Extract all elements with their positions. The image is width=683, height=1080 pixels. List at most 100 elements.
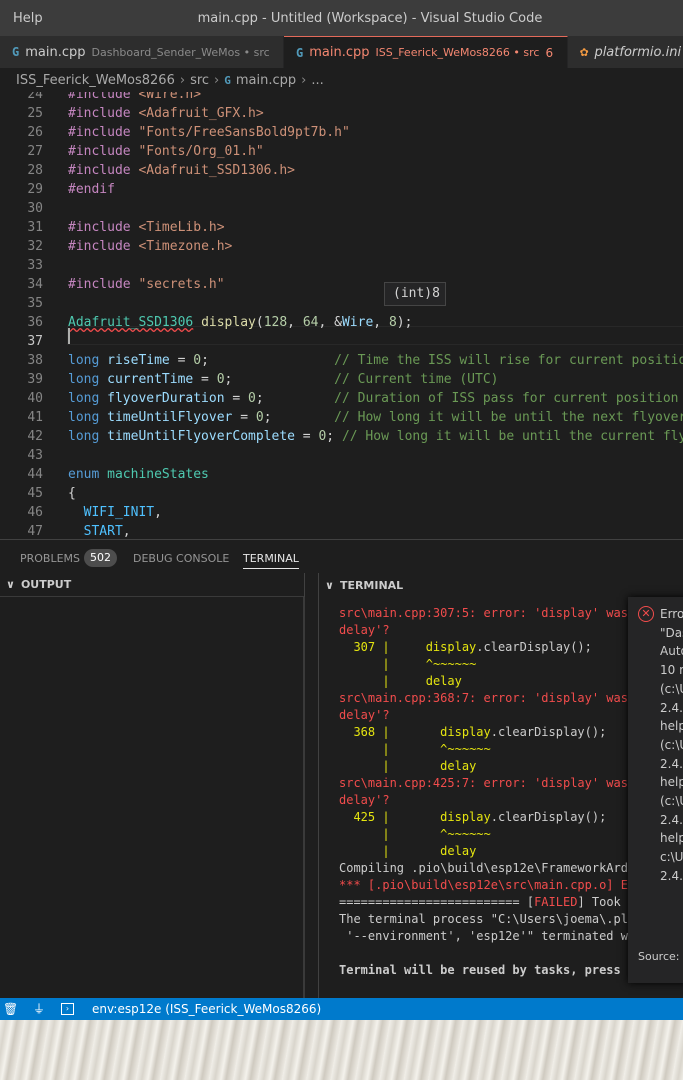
- output-pane: ∨ OUTPUT: [0, 573, 305, 998]
- breadcrumb-src[interactable]: src: [190, 73, 209, 88]
- line-number: 32: [27, 239, 43, 254]
- line-text: #include <Wire.h>: [68, 92, 202, 102]
- line-text: long riseTime = 0; // Time the ISS will …: [68, 353, 683, 368]
- code-line: 32 #include <Timezone.h>: [0, 237, 683, 256]
- terminal-header-label: TERMINAL: [339, 578, 404, 592]
- code-line: 31 #include <TimeLib.h>: [0, 218, 683, 237]
- problems-count-badge: 502: [84, 549, 117, 567]
- line-number: 26: [27, 125, 43, 140]
- cpp-file-icon: G: [296, 45, 304, 60]
- error-notification[interactable]: ✕ Erro "Das Auto 10 m (c:\U 2.4.3 help (c:\U 2.4…: [628, 597, 683, 983]
- env-selector[interactable]: env:esp12e (ISS_Feerick_WeMos8266): [92, 1001, 321, 1017]
- code-line: 40 long flyoverDuration = 0; // Duration …: [0, 389, 683, 408]
- terminal-line: 425 | display.clearDisplay();: [353, 810, 607, 824]
- terminal-line: | delay: [382, 844, 477, 858]
- code-line: 37: [0, 332, 683, 351]
- line-number: 34: [27, 277, 43, 292]
- plug-icon[interactable]: ⏚: [33, 1001, 45, 1017]
- notification-line: 2.4.3: [660, 868, 683, 883]
- notification-line: Auto: [660, 644, 683, 659]
- notification-line: "Das: [660, 625, 683, 640]
- line-text: enum machineStates: [68, 467, 209, 482]
- line-text: #include <Adafruit_SSD1306.h>: [68, 163, 295, 178]
- platformio-icon: ✿: [580, 44, 589, 60]
- terminal-line: delay'?: [339, 708, 390, 722]
- line-text: WIFI_INIT,: [83, 505, 162, 520]
- code-line: 30: [0, 199, 683, 218]
- notification-line: c:\U: [660, 850, 683, 865]
- tab-label: main.cpp: [25, 44, 86, 60]
- line-text: #include "secrets.h": [68, 277, 225, 292]
- code-line: 39 long currentTime = 0; // Current time …: [0, 370, 683, 389]
- line-text: #include "Fonts/Org_01.h": [68, 144, 264, 159]
- terminal-line: *** [.pio\build\esp12e\src\main.cpp.o] E…: [339, 878, 672, 892]
- code-line: 42 long timeUntilFlyoverComplete = 0; // …: [0, 427, 683, 446]
- code-line: 43: [0, 446, 683, 465]
- line-number: 28: [27, 163, 43, 178]
- line-number: 31: [27, 220, 43, 235]
- line-number: 44: [27, 467, 43, 482]
- notification-line: 10 m: [660, 663, 683, 678]
- code-line: 36 Adafruit_SSD1306 display(128, 64, &Wir…: [0, 313, 683, 332]
- tab-problems[interactable]: PROBLEMS: [20, 552, 80, 565]
- terminal-line: | ^~~~~~~: [382, 742, 491, 756]
- cpp-file-icon: G: [12, 45, 20, 59]
- line-text: #include <Adafruit_GFX.h>: [68, 106, 264, 121]
- chevron-right-icon: ›: [214, 72, 220, 88]
- line-text: #include <TimeLib.h>: [68, 220, 225, 235]
- line-number: 24: [27, 92, 43, 102]
- output-header-label: OUTPUT: [20, 578, 72, 591]
- terminal-line: delay'?: [339, 793, 390, 807]
- breadcrumb: ISS_Feerick_WeMos8266 › src › G main.cpp…: [0, 68, 683, 92]
- notification-line: help: [660, 775, 683, 790]
- hover-tooltip: (int)8: [384, 282, 446, 306]
- line-number: 30: [27, 201, 43, 216]
- tab-debug-console[interactable]: DEBUG CONSOLE: [133, 552, 229, 565]
- line-text: long currentTime = 0; // Current time (U…: [68, 372, 499, 387]
- code-line: 24 #include <Wire.h>: [0, 92, 683, 104]
- terminal-icon[interactable]: ›: [61, 1003, 74, 1015]
- chevron-down-icon: ∨: [325, 578, 334, 592]
- breadcrumb-folder[interactable]: ISS_Feerick_WeMos8266: [16, 73, 175, 88]
- tab-label: main.cpp: [309, 45, 370, 60]
- line-number: 47: [27, 524, 43, 539]
- error-circle-icon: ✕: [638, 606, 654, 622]
- chevron-down-icon: ∨: [6, 578, 15, 591]
- code-line: 29 #endif: [0, 180, 683, 199]
- line-number: 40: [27, 391, 43, 406]
- tab-platformio-ini[interactable]: ✿ platformio.ini: [568, 36, 683, 68]
- tab-main-cpp-iss[interactable]: G main.cpp ISS_Feerick_WeMos8266 • src 6: [284, 36, 568, 68]
- status-bar: 🗑 ⏚ › env:esp12e (ISS_Feerick_WeMos8266): [0, 998, 683, 1020]
- line-text: #include "Fonts/FreeSansBold9pt7b.h": [68, 125, 350, 140]
- breadcrumb-symbol[interactable]: ...: [311, 73, 323, 88]
- code-editor[interactable]: 24 #include <Wire.h> 25 #include <Adafruit_…: [0, 92, 683, 539]
- trash-icon[interactable]: 🗑: [3, 1001, 18, 1017]
- output-scrollbar[interactable]: [303, 597, 305, 998]
- line-text: #endif: [68, 182, 115, 197]
- code-line: 26 #include "Fonts/FreeSansBold9pt7b.h": [0, 123, 683, 142]
- code-line: 33: [0, 256, 683, 275]
- terminal-line: | ^~~~~~~: [382, 827, 491, 841]
- code-line: 27 #include "Fonts/Org_01.h": [0, 142, 683, 161]
- line-number: 33: [27, 258, 43, 273]
- code-line: 38 long riseTime = 0; // Time the ISS wil…: [0, 351, 683, 370]
- notification-line: (c:\U: [660, 794, 683, 808]
- code-line: 35: [0, 294, 683, 313]
- terminal-header[interactable]: ∨ TERMINAL: [319, 573, 683, 597]
- code-line: 28 #include <Adafruit_SSD1306.h>: [0, 161, 683, 180]
- line-number: 38: [27, 353, 43, 368]
- line-number: 27: [27, 144, 43, 159]
- breadcrumb-file[interactable]: main.cpp: [236, 73, 296, 88]
- terminal-line: ========================= [FAILED] Took: [339, 895, 621, 909]
- line-number: 35: [27, 296, 43, 311]
- notification-line: 2.4.3: [660, 812, 683, 827]
- code-line: 34 #include "secrets.h": [0, 275, 683, 294]
- line-text: {: [68, 486, 76, 501]
- line-text: long timeUntilFlyover = 0; // How long i…: [68, 410, 683, 425]
- tab-main-cpp-dashboard[interactable]: G main.cpp Dashboard_Sender_WeMos • src: [0, 36, 284, 68]
- line-number: 36: [27, 315, 43, 330]
- output-header[interactable]: ∨ OUTPUT: [0, 573, 304, 597]
- tab-terminal[interactable]: TERMINAL: [243, 552, 299, 569]
- vscode-window: Help main.cpp - Untitled (Workspace) - V…: [0, 0, 683, 1020]
- line-number: 39: [27, 372, 43, 387]
